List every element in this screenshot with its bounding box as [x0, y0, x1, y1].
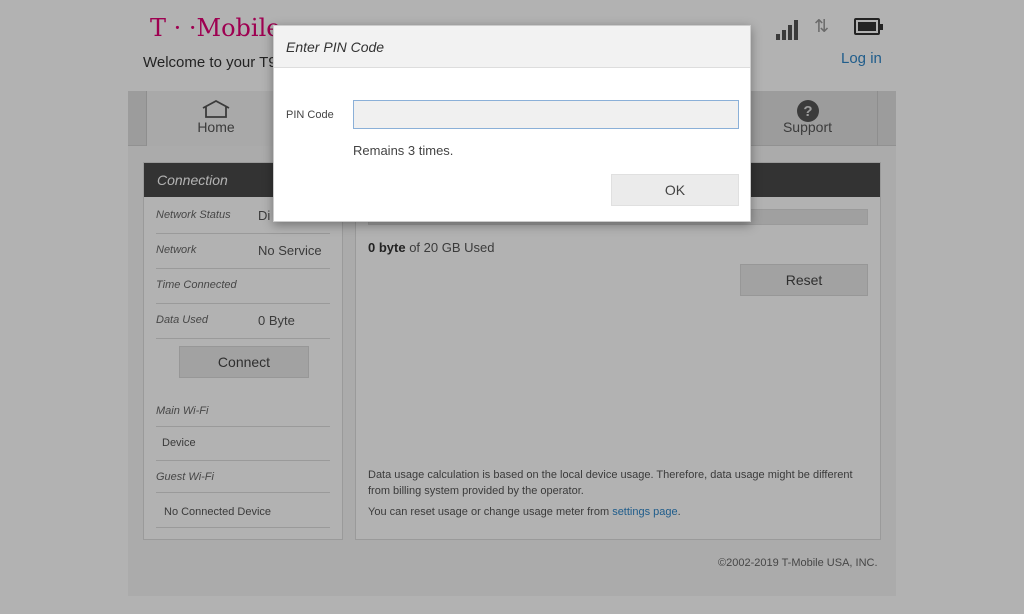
pin-code-label: PIN Code — [286, 109, 334, 121]
ok-button[interactable]: OK — [611, 174, 739, 206]
pin-dialog: Enter PIN Code PIN Code Remains 3 times.… — [273, 25, 751, 222]
dialog-title: Enter PIN Code — [274, 26, 750, 68]
remaining-attempts: Remains 3 times. — [353, 143, 454, 158]
pin-code-input[interactable] — [353, 100, 739, 129]
